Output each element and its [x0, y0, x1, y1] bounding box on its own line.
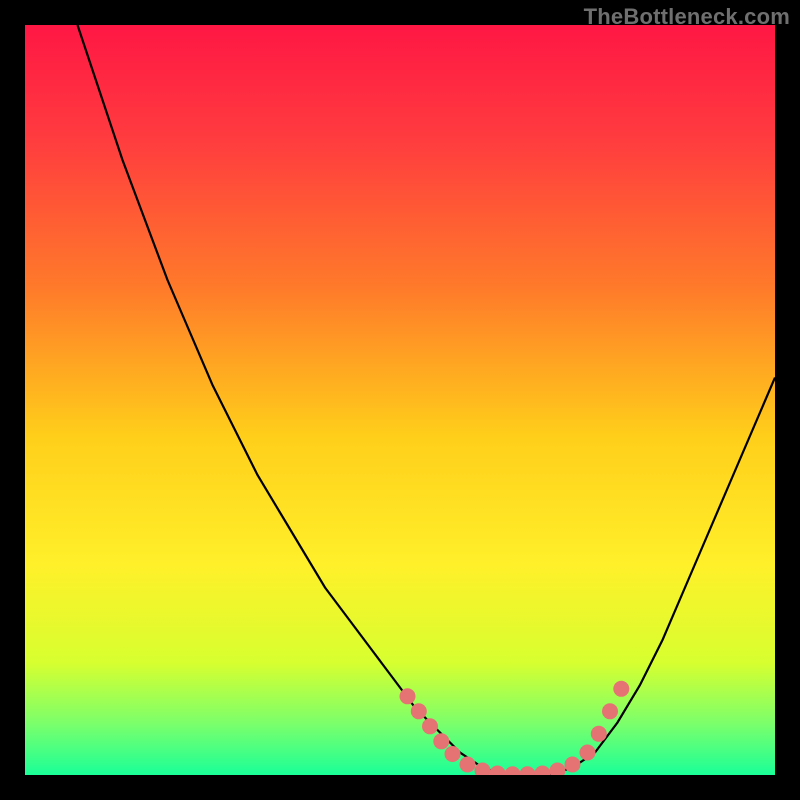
highlight-dot [422, 718, 438, 734]
gradient-background [25, 25, 775, 775]
chart-plot [25, 25, 775, 775]
highlight-dot [433, 733, 449, 749]
highlight-dot [411, 703, 427, 719]
highlight-dot [591, 726, 607, 742]
chart-svg [25, 25, 775, 775]
chart-stage: TheBottleneck.com [0, 0, 800, 800]
highlight-dot [580, 745, 596, 761]
highlight-dot [613, 681, 629, 697]
highlight-dot [400, 688, 416, 704]
highlight-dot [460, 757, 476, 773]
highlight-dot [602, 703, 618, 719]
watermark-text: TheBottleneck.com [584, 4, 790, 30]
highlight-dot [445, 746, 461, 762]
highlight-dot [565, 757, 581, 773]
